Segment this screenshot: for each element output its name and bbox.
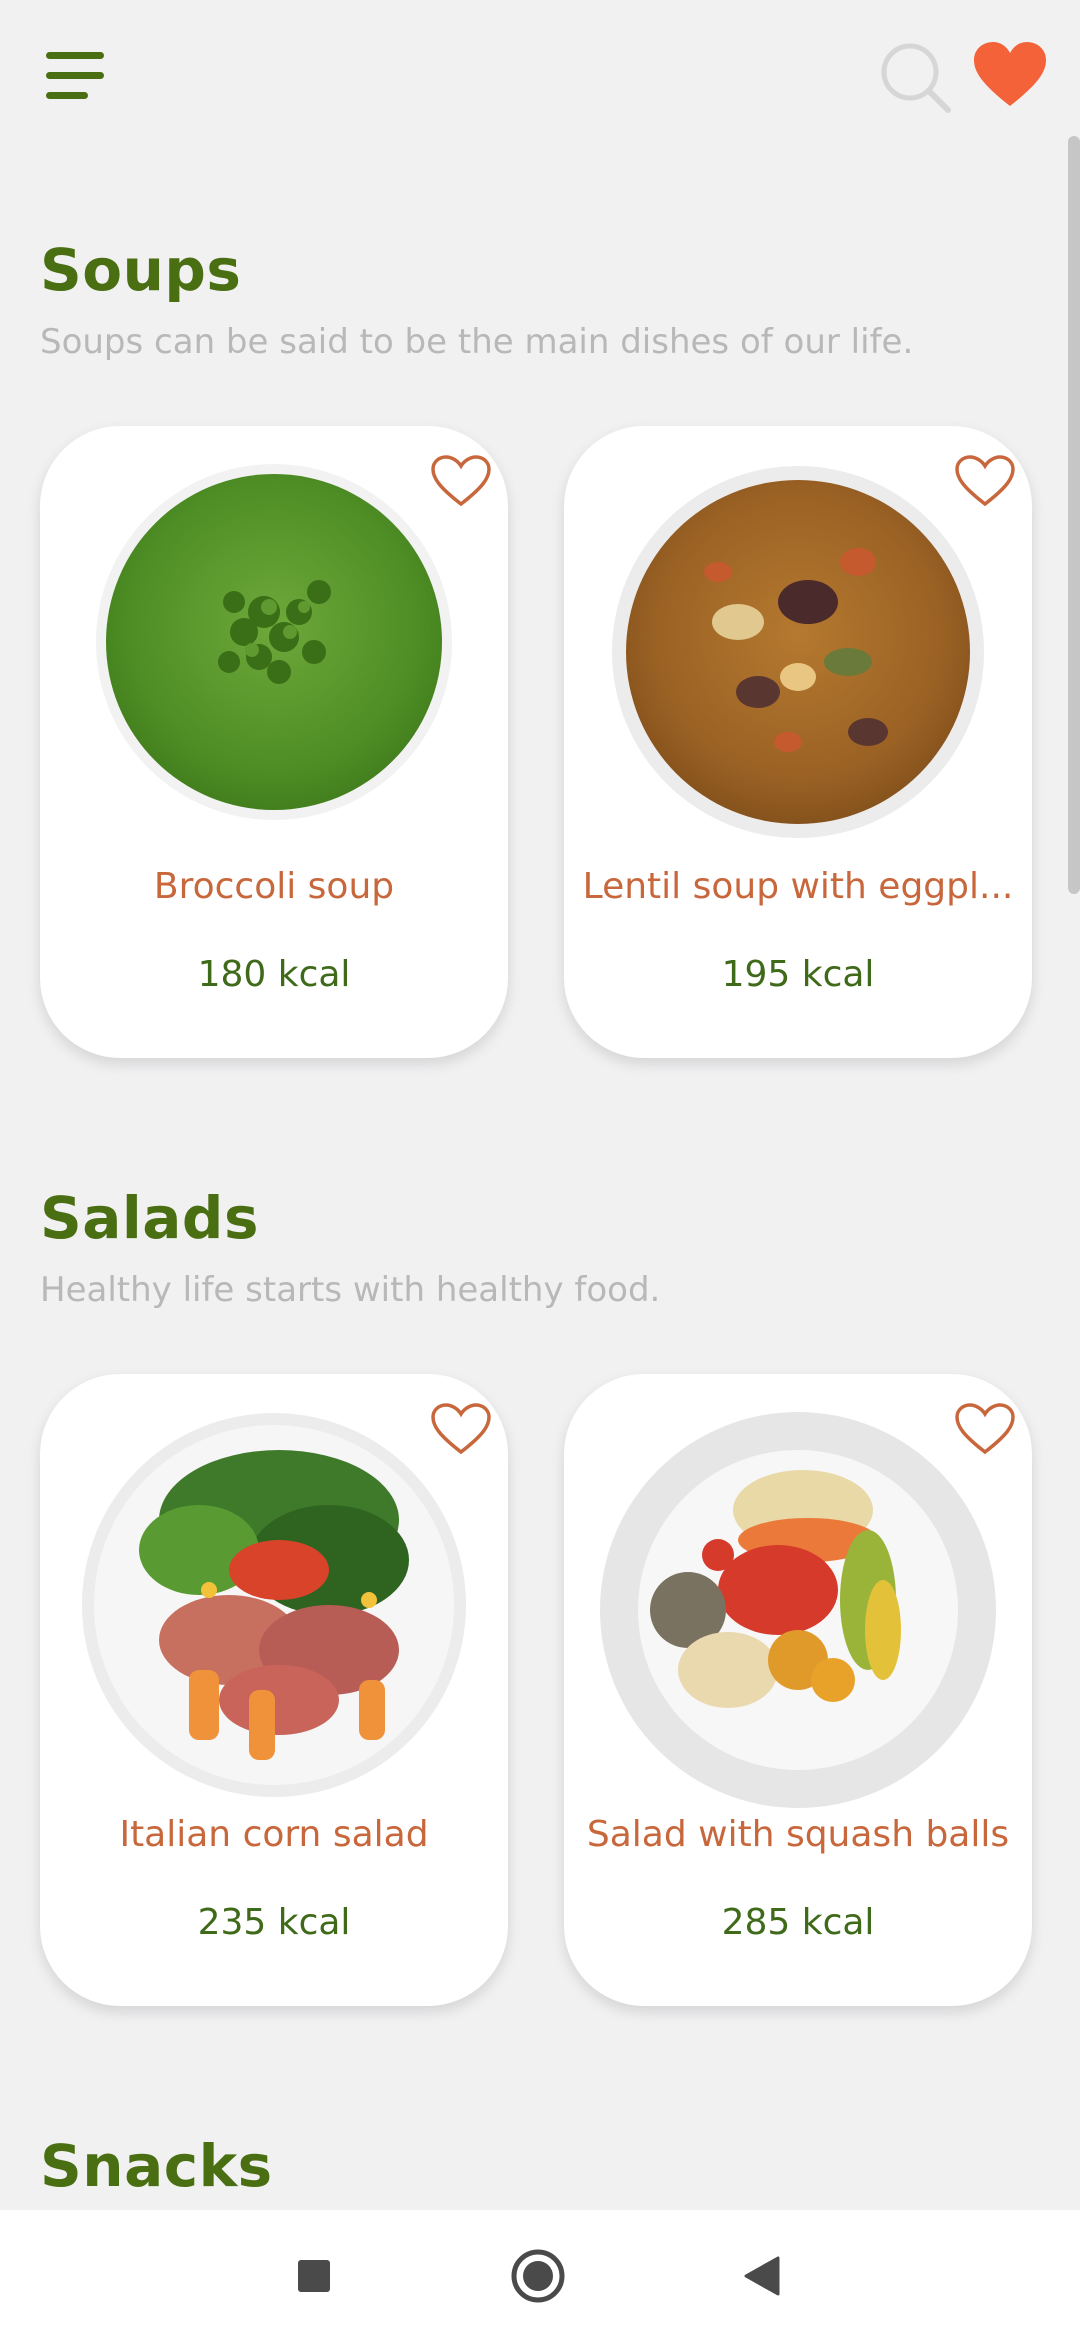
recipe-name: Broccoli soup xyxy=(153,866,395,907)
recipe-card-broccoli-soup[interactable]: Broccoli soup 180 kcal xyxy=(40,426,508,1058)
triangle-back-icon[interactable] xyxy=(732,2246,792,2306)
salad-with-squash-balls-image xyxy=(600,1412,996,1808)
recipe-kcal: 180 kcal xyxy=(197,954,351,995)
section-subtitle-salads: Healthy life starts with healthy food. xyxy=(40,1270,661,1310)
circle-home-icon[interactable] xyxy=(508,2246,568,2306)
hamburger-menu-icon[interactable] xyxy=(40,48,106,104)
lentil-soup-image xyxy=(612,466,984,838)
recipe-name: Italian corn salad xyxy=(119,1814,429,1855)
recipe-card-lentil-soup[interactable]: Lentil soup with eggpl... 195 kcal xyxy=(564,426,1032,1058)
app-screen: Soups Soups can be said to be the main d… xyxy=(0,0,1080,2340)
square-recents-icon[interactable] xyxy=(284,2246,344,2306)
broccoli-soup-image xyxy=(96,464,452,820)
section-title-salads: Salads xyxy=(40,1184,259,1252)
recipe-name: Lentil soup with eggpl... xyxy=(582,866,1014,907)
recipe-kcal: 195 kcal xyxy=(721,954,875,995)
recipe-name: Salad with squash balls xyxy=(586,1814,1010,1855)
recipe-kcal: 285 kcal xyxy=(721,1902,875,1943)
top-bar xyxy=(0,0,1080,140)
recipe-card-italian-corn-salad[interactable]: Italian corn salad 235 kcal xyxy=(40,1374,508,2006)
recipe-kcal: 235 kcal xyxy=(197,1902,351,1943)
section-title-snacks: Snacks xyxy=(40,2132,273,2200)
favorites-heart-icon[interactable] xyxy=(972,40,1048,110)
section-title-soups: Soups xyxy=(40,236,242,304)
section-subtitle-soups: Soups can be said to be the main dishes … xyxy=(40,322,914,362)
system-navigation-bar xyxy=(0,2210,1080,2340)
search-icon[interactable] xyxy=(878,40,954,116)
scrollbar[interactable] xyxy=(1068,136,1080,894)
recipe-card-salad-with-squash-balls[interactable]: Salad with squash balls 285 kcal xyxy=(564,1374,1032,2006)
italian-corn-salad-image xyxy=(82,1413,466,1797)
